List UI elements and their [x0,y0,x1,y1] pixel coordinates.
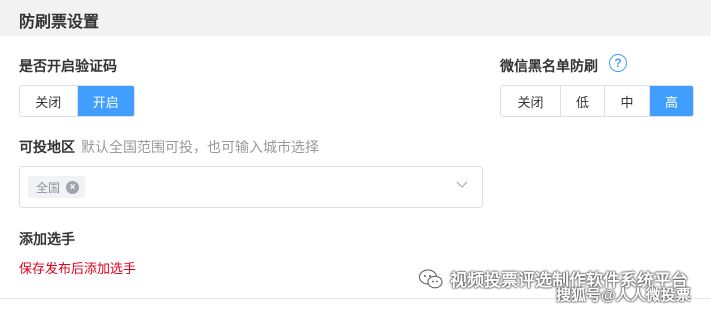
contestants-label: 添加选手 [19,231,75,247]
region-tag-label: 全国 [36,180,61,195]
region-label: 可投地区 [19,139,75,155]
watermark-subtitle: 搜狐号@人人微投票 [556,287,691,304]
captcha-off-button[interactable]: 关闭 [20,86,78,116]
region-label-row: 可投地区 默认全国范围可投，也可输入城市选择 [19,137,319,157]
question-circle-icon[interactable]: ? [609,54,627,72]
wechat-blacklist-level-group: 关闭 低 中 高 [500,85,694,117]
wechat-icon [419,269,443,288]
tag-close-icon[interactable]: × [66,180,80,194]
captcha-toggle-group: 关闭 开启 [19,85,135,117]
blacklist-high-button[interactable]: 高 [650,86,693,116]
region-hint: 默认全国范围可投，也可输入城市选择 [81,139,319,155]
section-title: 防刷票设置 [19,14,100,31]
captcha-label: 是否开启验证码 [19,58,117,74]
region-tag: 全国 × [28,176,86,198]
blacklist-off-button[interactable]: 关闭 [501,86,561,116]
blacklist-medium-button[interactable]: 中 [605,86,650,116]
blacklist-low-button[interactable]: 低 [561,86,605,116]
wechat-blacklist-label: 微信黑名单防刷 [500,58,598,74]
section-header: 防刷票设置 [0,0,711,36]
chevron-down-icon[interactable] [456,181,468,189]
captcha-on-button[interactable]: 开启 [77,86,134,116]
region-select[interactable]: 全国 × [19,166,483,208]
add-contestants-note[interactable]: 保存发布后添加选手 [19,258,136,277]
